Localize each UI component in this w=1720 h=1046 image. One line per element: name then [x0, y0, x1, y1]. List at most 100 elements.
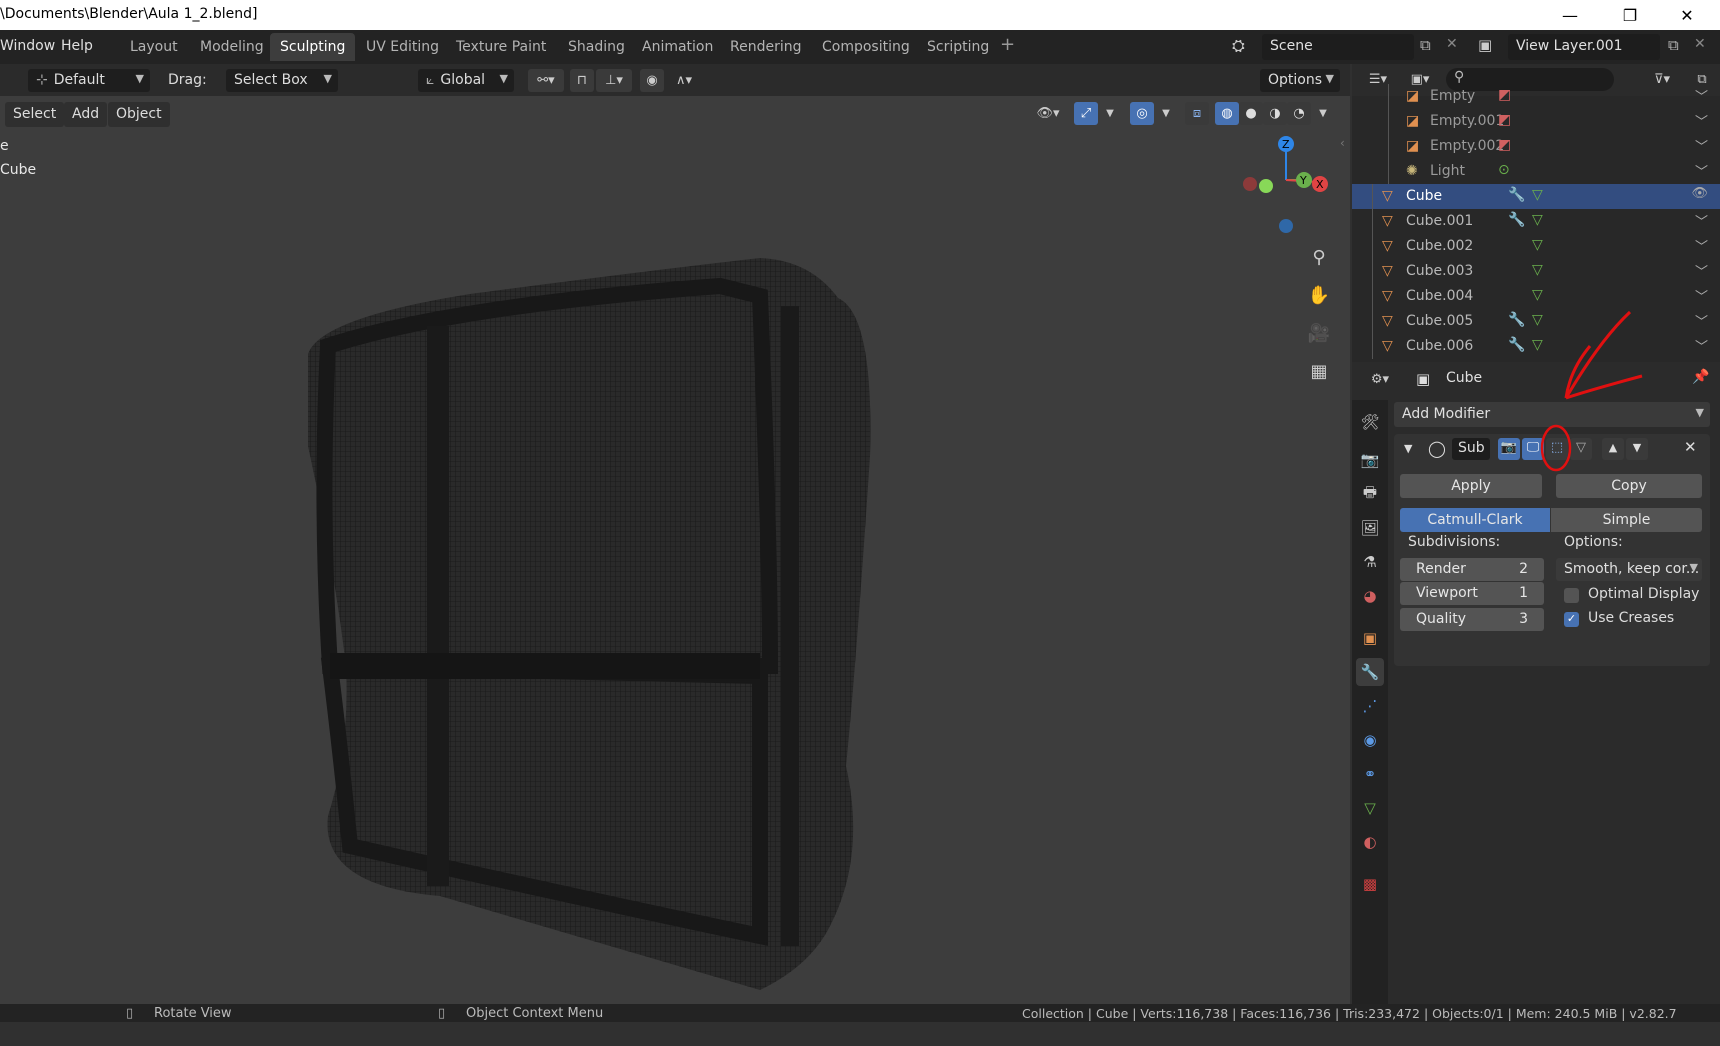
falloff-icon[interactable]: ∧▾ — [666, 69, 702, 92]
editor-type-icon[interactable]: ⚙▾ — [1362, 368, 1398, 391]
modifier-icon[interactable]: 🔧 — [1508, 312, 1525, 328]
pan-hand-icon[interactable]: ✋ — [1302, 278, 1336, 312]
output-tab-icon[interactable]: 🖶 — [1356, 480, 1384, 508]
workspace-tab-animation[interactable]: Animation — [632, 33, 723, 61]
visibility-toggle-icon[interactable]: ﹀ — [1695, 211, 1708, 230]
menu-help[interactable]: Help — [61, 38, 93, 54]
simple-button[interactable]: Simple — [1551, 508, 1702, 532]
outliner-item[interactable]: ▽ Cube.001 🔧 ▽ ﹀ — [1352, 209, 1720, 234]
view-layer-tab-icon[interactable]: 🖼 — [1356, 514, 1384, 542]
visibility-toggle-icon[interactable]: ﹀ — [1695, 136, 1708, 155]
uv-smooth-dropdown[interactable]: Smooth, keep cor... ▼ — [1556, 558, 1702, 581]
outliner-item[interactable]: ◪ Empty ◩ ﹀ — [1352, 84, 1720, 109]
close-window-button[interactable]: ✕ — [1662, 0, 1712, 30]
viewport-menu-object[interactable]: Object — [108, 102, 170, 127]
viewport-menu-select[interactable]: Select — [5, 102, 65, 127]
3d-viewport[interactable]: Select Add Object e Cube 👁▾ ⤢ ▼ ◎ ▼ ⧈ ◍ … — [0, 96, 1350, 1004]
restore-button[interactable]: ❐ — [1605, 0, 1655, 30]
minimize-button[interactable]: — — [1545, 0, 1595, 30]
delete-scene-icon[interactable]: ✕ — [1446, 36, 1458, 52]
pivot-point-icon[interactable]: ⚯▾ — [528, 69, 564, 92]
modifier-name-field[interactable]: Sub — [1452, 438, 1490, 460]
world-tab-icon[interactable]: ◕ — [1356, 582, 1384, 610]
workspace-tab-rendering[interactable]: Rendering — [720, 33, 812, 61]
workspace-tab-layout[interactable]: Layout — [120, 33, 188, 61]
view-layer-icon[interactable]: ▣ — [1478, 36, 1492, 54]
mesh-data-icon[interactable]: ▽ — [1532, 212, 1543, 228]
add-workspace-button[interactable]: + — [1000, 34, 1015, 55]
mesh-data-icon[interactable]: ▽ — [1532, 262, 1543, 278]
chevron-down-icon[interactable]: ▼ — [1311, 102, 1335, 125]
workspace-tab-modeling[interactable]: Modeling — [190, 33, 274, 61]
eye-icon[interactable]: 👁 — [1691, 186, 1708, 201]
camera-view-icon[interactable]: 🎥 — [1302, 316, 1336, 350]
drag-dropdown[interactable]: Select Box ▼ — [226, 69, 338, 92]
modifier-icon[interactable]: 🔧 — [1508, 212, 1525, 228]
visibility-toggle-icon[interactable]: ﹀ — [1695, 286, 1708, 305]
texture-tab-icon[interactable]: ▩ — [1356, 870, 1384, 898]
scene-tab-icon[interactable]: ⚗ — [1356, 548, 1384, 576]
particles-tab-icon[interactable]: ⋰ — [1356, 692, 1384, 720]
viewport-levels-field[interactable]: Viewport 1 — [1400, 582, 1544, 605]
pin-icon[interactable]: 📌 — [1692, 369, 1709, 385]
xray-toggle-icon[interactable]: ⧈ — [1185, 102, 1209, 125]
workspace-tab-sculpting[interactable]: Sculpting — [270, 33, 356, 61]
object-tab-icon[interactable]: ▣ — [1356, 624, 1384, 652]
material-tab-icon[interactable]: ◐ — [1356, 828, 1384, 856]
workspace-tab-uv-editing[interactable]: UV Editing — [356, 33, 449, 61]
outliner-item[interactable]: ▽ Cube.002 ▽ ﹀ — [1352, 234, 1720, 259]
outliner-item[interactable]: ◪ Empty.002 ◩ ﹀ — [1352, 134, 1720, 159]
use-creases-checkbox[interactable]: ✓ — [1564, 612, 1579, 627]
outliner-item[interactable]: ▽ Cube.003 ▽ ﹀ — [1352, 259, 1720, 284]
workspace-tab-texture-paint[interactable]: Texture Paint — [446, 33, 556, 61]
visibility-toggle-icon[interactable]: ﹀ — [1695, 336, 1708, 355]
mesh-data-icon[interactable]: ▽ — [1532, 237, 1543, 253]
delete-view-layer-icon[interactable]: ✕ — [1694, 36, 1706, 52]
workspace-tab-scripting[interactable]: Scripting — [917, 33, 999, 61]
material-shading-icon[interactable]: ◑ — [1263, 102, 1287, 125]
new-scene-icon[interactable]: ⧉ — [1420, 36, 1431, 54]
scene-icon[interactable]: ⛭ — [1232, 36, 1254, 58]
show-in-render-icon[interactable]: 📷 — [1498, 438, 1520, 460]
new-view-layer-icon[interactable]: ⧉ — [1668, 36, 1679, 54]
visibility-toggle-icon[interactable]: ﹀ — [1695, 111, 1708, 130]
gizmo-toggle-icon[interactable]: ⤢ — [1074, 102, 1098, 125]
image-empty-icon[interactable]: ◩ — [1498, 87, 1511, 103]
visibility-toggle-icon[interactable]: ﹀ — [1695, 86, 1708, 105]
ortho-grid-icon[interactable]: ▦ — [1302, 354, 1336, 388]
outliner-item[interactable]: ✺ Light ⊙ ﹀ — [1352, 159, 1720, 184]
modifier-icon[interactable]: 🔧 — [1508, 187, 1525, 203]
overlays-toggle-icon[interactable]: ◎ — [1130, 102, 1154, 125]
physics-tab-icon[interactable]: ◉ — [1356, 726, 1384, 754]
render-levels-field[interactable]: Render 2 — [1400, 558, 1544, 581]
workspace-tab-shading[interactable]: Shading — [558, 33, 635, 61]
render-tab-icon[interactable]: 📷 — [1356, 446, 1384, 474]
collapse-arrow-icon[interactable]: ▼ — [1404, 442, 1412, 455]
chevron-down-icon[interactable]: ▼ — [1154, 102, 1178, 125]
remove-modifier-icon[interactable]: ✕ — [1684, 438, 1697, 456]
outliner-item[interactable]: ◪ Empty.001 ◩ ﹀ — [1352, 109, 1720, 134]
light-data-icon[interactable]: ⊙ — [1498, 162, 1510, 178]
zoom-icon[interactable]: ⚲ — [1302, 240, 1336, 274]
visibility-toggle-icon[interactable]: ﹀ — [1695, 236, 1708, 255]
image-empty-icon[interactable]: ◩ — [1498, 112, 1511, 128]
snap-target-icon[interactable]: ⊥▾ — [596, 69, 632, 92]
visibility-icon[interactable]: 👁▾ — [1030, 102, 1066, 125]
scene-name-field[interactable]: Scene — [1262, 34, 1414, 60]
wireframe-shading-icon[interactable]: ◍ — [1215, 102, 1239, 125]
rendered-shading-icon[interactable]: ◔ — [1287, 102, 1311, 125]
data-tab-icon[interactable]: ▽ — [1356, 794, 1384, 822]
visibility-toggle-icon[interactable]: ﹀ — [1695, 161, 1708, 180]
view-layer-field[interactable]: View Layer.001 — [1508, 34, 1660, 60]
image-empty-icon[interactable]: ◩ — [1498, 137, 1511, 153]
snap-icon[interactable]: ⊓ — [570, 69, 594, 92]
modifier-tab-icon[interactable]: 🔧 — [1356, 658, 1384, 686]
quality-field[interactable]: Quality 3 — [1400, 608, 1544, 631]
mesh-data-icon[interactable]: ▽ — [1532, 187, 1543, 203]
optimal-display-checkbox[interactable] — [1564, 588, 1579, 603]
visibility-toggle-icon[interactable]: ﹀ — [1695, 261, 1708, 280]
modifier-icon[interactable]: 🔧 — [1508, 337, 1525, 353]
tool-tab-icon[interactable]: 🛠 — [1356, 408, 1384, 436]
options-dropdown[interactable]: Options ▼ — [1260, 69, 1340, 92]
orientation-dropdown[interactable]: ⊹ Default ▼ — [28, 69, 150, 92]
